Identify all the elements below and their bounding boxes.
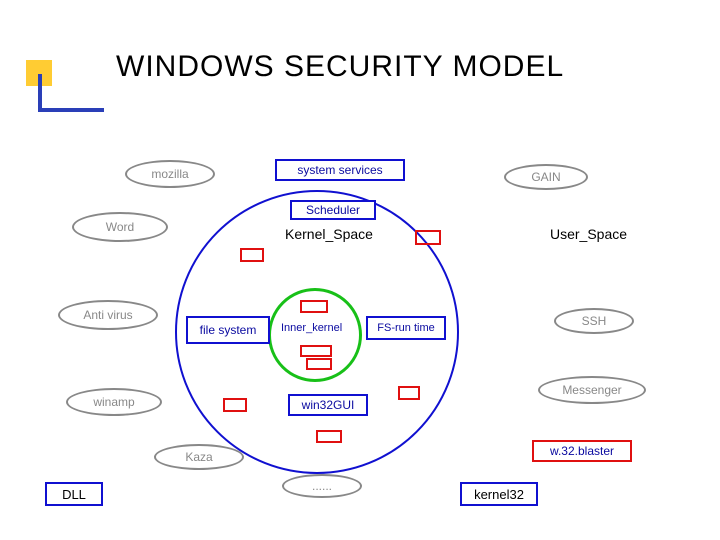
box-win32gui: win32GUI xyxy=(288,394,368,416)
box-dll: DLL xyxy=(45,482,103,506)
ellipse-antivirus: Anti virus xyxy=(58,300,158,330)
red-marker-icon xyxy=(415,230,441,245)
box-w32-blaster: w.32.blaster xyxy=(532,440,632,462)
box-kernel32: kernel32 xyxy=(460,482,538,506)
page-title: WINDOWS SECURITY MODEL xyxy=(116,50,564,84)
user-space-label: User_Space xyxy=(550,226,627,242)
title-accent-horizontal xyxy=(38,108,104,112)
ellipse-messenger: Messenger xyxy=(538,376,646,404)
ellipse-mozilla: mozilla xyxy=(125,160,215,188)
diagram-stage: WINDOWS SECURITY MODEL Kernel_Space User… xyxy=(0,0,720,540)
ellipse-winamp: winamp xyxy=(66,388,162,416)
red-marker-icon xyxy=(306,358,332,370)
inner-kernel-label: Inner_kernel xyxy=(281,322,342,334)
title-accent-vertical xyxy=(38,74,42,112)
red-marker-icon xyxy=(240,248,264,262)
ellipse-word: Word xyxy=(72,212,168,242)
ellipse-gain: GAIN xyxy=(504,164,588,190)
red-marker-icon xyxy=(223,398,247,412)
red-marker-icon xyxy=(316,430,342,443)
red-marker-icon xyxy=(398,386,420,400)
ellipse-dots: ...... xyxy=(282,474,362,498)
red-marker-icon xyxy=(300,300,328,313)
red-marker-icon xyxy=(300,345,332,357)
box-scheduler: Scheduler xyxy=(290,200,376,220)
ellipse-kaza: Kaza xyxy=(154,444,244,470)
ellipse-ssh: SSH xyxy=(554,308,634,334)
box-file-system: file system xyxy=(186,316,270,344)
box-system-services: system services xyxy=(275,159,405,181)
box-fs-runtime: FS-run time xyxy=(366,316,446,340)
kernel-space-label: Kernel_Space xyxy=(285,226,373,242)
